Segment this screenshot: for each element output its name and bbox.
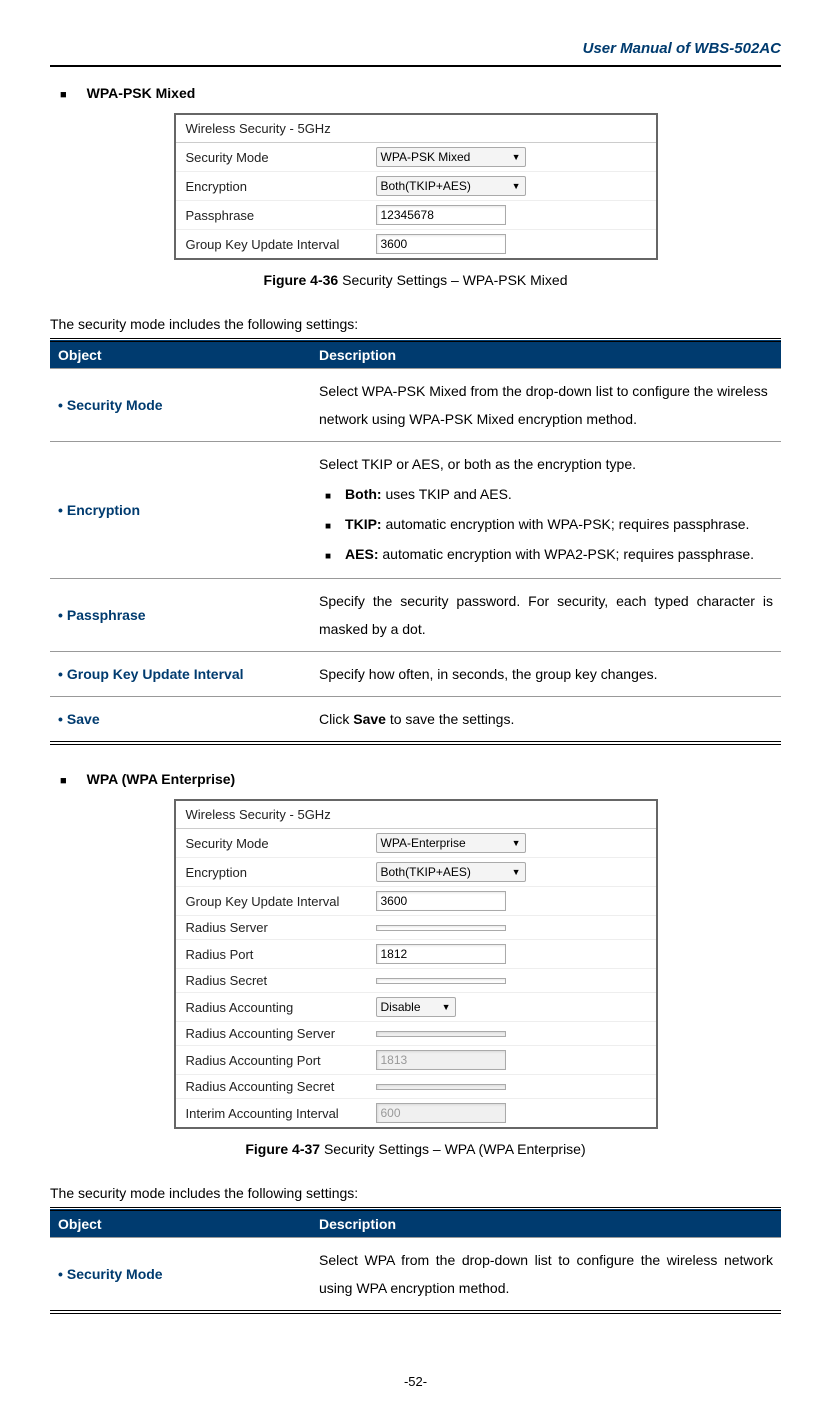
bullet-icon: • <box>58 666 63 682</box>
square-bullet-icon: ■ <box>60 775 67 787</box>
group-key-interval-input[interactable]: 3600 <box>376 234 506 254</box>
figure-row-label: Radius Accounting Port <box>186 1053 376 1068</box>
caption-number: Figure 4-36 <box>264 272 339 288</box>
caption-number: Figure 4-37 <box>245 1141 320 1157</box>
figure-wpa-enterprise: Wireless Security - 5GHz Security ModeWP… <box>174 799 658 1129</box>
table-header-object: Object <box>50 1209 311 1238</box>
table-row: •Security Mode Select WPA-PSK Mixed from… <box>50 369 781 442</box>
figure-row-label: Radius Port <box>186 947 376 962</box>
description-cell: Select WPA-PSK Mixed from the drop-down … <box>311 369 781 442</box>
chevron-down-icon: ▼ <box>442 1002 451 1012</box>
intro-text: The security mode includes the following… <box>50 1185 781 1201</box>
table-row: •Encryption Select TKIP or AES, or both … <box>50 442 781 579</box>
page-number: -52- <box>50 1374 781 1389</box>
table-row: •Group Key Update Interval Specify how o… <box>50 652 781 697</box>
square-bullet-icon: ■ <box>325 487 331 507</box>
chevron-down-icon: ▼ <box>512 181 521 191</box>
radius-server-input[interactable] <box>376 925 506 931</box>
object-label: Security Mode <box>67 1266 163 1282</box>
bullet-icon: • <box>58 502 63 518</box>
figure-title: Wireless Security - 5GHz <box>176 801 656 829</box>
table-row: •Passphrase Specify the security passwor… <box>50 579 781 652</box>
intro-text: The security mode includes the following… <box>50 316 781 332</box>
figure-row-label: Radius Accounting Secret <box>186 1079 376 1094</box>
description-cell: Specify the security password. For secur… <box>311 579 781 652</box>
figure-row: Group Key Update Interval 3600 <box>176 230 656 258</box>
bullet-icon: • <box>58 1266 63 1282</box>
figure-row-label: Radius Secret <box>186 973 376 988</box>
encryption-select[interactable]: Both(TKIP+AES)▼ <box>376 862 526 882</box>
section-heading-label: WPA (WPA Enterprise) <box>87 771 236 787</box>
radius-secret-input[interactable] <box>376 978 506 984</box>
chevron-down-icon: ▼ <box>512 838 521 848</box>
object-label: Encryption <box>67 502 140 518</box>
figure-title: Wireless Security - 5GHz <box>176 115 656 143</box>
figure-row-label: Encryption <box>186 865 376 880</box>
object-label: Save <box>67 711 100 727</box>
passphrase-input[interactable]: 12345678 <box>376 205 506 225</box>
figure-row: Encryption Both(TKIP+AES)▼ <box>176 172 656 201</box>
figure-caption: Figure 4-37 Security Settings – WPA (WPA… <box>50 1141 781 1157</box>
section-heading-wpa-enterprise: ■ WPA (WPA Enterprise) <box>60 771 781 787</box>
caption-text: Security Settings – WPA-PSK Mixed <box>338 272 567 288</box>
settings-table-wpa-psk: Object Description •Security Mode Select… <box>50 338 781 745</box>
description-line: Select TKIP or AES, or both as the encry… <box>319 450 773 478</box>
settings-table-wpa-enterprise: Object Description •Security Mode Select… <box>50 1207 781 1314</box>
section-heading-label: WPA-PSK Mixed <box>87 85 196 101</box>
figure-row-label: Group Key Update Interval <box>186 894 376 909</box>
bullet-icon: • <box>58 607 63 623</box>
caption-text: Security Settings – WPA (WPA Enterprise) <box>320 1141 586 1157</box>
table-row: •Save Click Save to save the settings. <box>50 697 781 744</box>
object-label: Security Mode <box>67 397 163 413</box>
square-bullet-icon: ■ <box>60 89 67 101</box>
radius-acct-secret-input <box>376 1084 506 1090</box>
bullet-icon: • <box>58 711 63 727</box>
bullet-icon: • <box>58 397 63 413</box>
table-row: •Security Mode Select WPA from the drop-… <box>50 1238 781 1313</box>
figure-row-label: Group Key Update Interval <box>186 237 376 252</box>
figure-caption: Figure 4-36 Security Settings – WPA-PSK … <box>50 272 781 288</box>
square-bullet-icon: ■ <box>325 517 331 537</box>
list-item: ■Both: uses TKIP and AES. <box>319 480 773 508</box>
security-mode-select[interactable]: WPA-PSK Mixed▼ <box>376 147 526 167</box>
figure-row-label: Security Mode <box>186 836 376 851</box>
table-header-object: Object <box>50 340 311 369</box>
figure-row-label: Security Mode <box>186 150 376 165</box>
square-bullet-icon: ■ <box>325 547 331 567</box>
description-cell: Click Save to save the settings. <box>311 697 781 744</box>
table-header-description: Description <box>311 340 781 369</box>
radius-port-input[interactable]: 1812 <box>376 944 506 964</box>
figure-row: Security Mode WPA-PSK Mixed▼ <box>176 143 656 172</box>
list-item: ■TKIP: automatic encryption with WPA-PSK… <box>319 510 773 538</box>
description-cell: Select TKIP or AES, or both as the encry… <box>311 442 781 579</box>
section-heading-wpa-psk-mixed: ■ WPA-PSK Mixed <box>60 85 781 101</box>
chevron-down-icon: ▼ <box>512 152 521 162</box>
figure-wpa-psk-mixed: Wireless Security - 5GHz Security Mode W… <box>174 113 658 260</box>
figure-row: Passphrase 12345678 <box>176 201 656 230</box>
radius-acct-port-input: 1813 <box>376 1050 506 1070</box>
radius-acct-server-input <box>376 1031 506 1037</box>
figure-row-label: Radius Accounting Server <box>186 1026 376 1041</box>
chevron-down-icon: ▼ <box>512 867 521 877</box>
radius-accounting-select[interactable]: Disable▼ <box>376 997 456 1017</box>
encryption-select[interactable]: Both(TKIP+AES)▼ <box>376 176 526 196</box>
object-label: Passphrase <box>67 607 146 623</box>
figure-row-label: Radius Server <box>186 920 376 935</box>
description-cell: Specify how often, in seconds, the group… <box>311 652 781 697</box>
table-header-description: Description <box>311 1209 781 1238</box>
page-header-title: User Manual of WBS-502AC <box>50 40 781 67</box>
figure-row-label: Encryption <box>186 179 376 194</box>
description-cell: Select WPA from the drop-down list to co… <box>311 1238 781 1313</box>
figure-row-label: Interim Accounting Interval <box>186 1106 376 1121</box>
security-mode-select[interactable]: WPA-Enterprise▼ <box>376 833 526 853</box>
figure-row-label: Radius Accounting <box>186 1000 376 1015</box>
figure-row-label: Passphrase <box>186 208 376 223</box>
group-key-interval-input[interactable]: 3600 <box>376 891 506 911</box>
list-item: ■AES: automatic encryption with WPA2-PSK… <box>319 540 773 568</box>
interim-acct-interval-input: 600 <box>376 1103 506 1123</box>
object-label: Group Key Update Interval <box>67 666 244 682</box>
